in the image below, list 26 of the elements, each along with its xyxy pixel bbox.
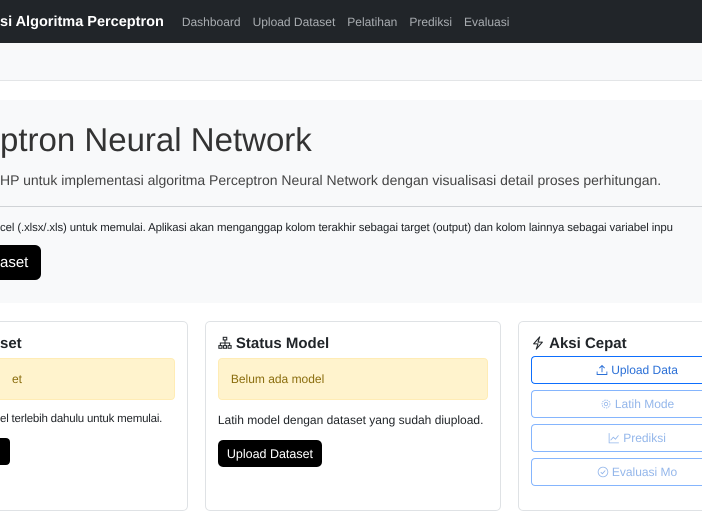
hero-title: ptron Neural Network: [0, 120, 313, 160]
nav-link[interactable]: Evaluasi: [464, 14, 510, 28]
card-title: Status Model: [236, 334, 330, 352]
nav-link[interactable]: Upload Dataset: [252, 14, 336, 28]
card-text: Latih model dengan dataset yang sudah diupload.: [218, 413, 484, 427]
warning-alert: et: [0, 358, 175, 400]
check-circle-icon: [596, 466, 609, 478]
card-title: Aksi Cepat: [549, 334, 627, 352]
hierarchy-icon: [218, 336, 232, 350]
upload-button[interactable]: aset: [0, 245, 42, 280]
line-chart-icon: [608, 432, 620, 444]
card-text: el terlebih dahulu untuk memulai.: [0, 413, 164, 425]
lightning-icon: [531, 336, 546, 350]
upload-icon: [596, 364, 608, 376]
action-button[interactable]: Upload Data: [531, 356, 702, 384]
upload-button[interactable]: [0, 438, 10, 465]
nav-link[interactable]: Dashboard: [182, 14, 241, 28]
card-title: set: [0, 334, 22, 352]
nav-link[interactable]: Prediksi: [409, 14, 452, 28]
hero-lead: HP untuk implementasi algoritma Perceptron Neural Network dengan visualisasi detail proses perhitungan.: [0, 172, 662, 188]
upload-button[interactable]: Upload Dataset: [218, 440, 322, 467]
brand-title[interactable]: si Algoritma Perceptron: [0, 14, 164, 30]
warning-alert: Belum ada model: [218, 358, 488, 400]
gear-icon: [600, 398, 612, 410]
hero-text: cel (.xlsx/.xls) untuk memulai. Aplikasi akan menganggap kolom terakhir sebagai target (output) dan kolom lainnya sebagai variabel inpu: [0, 222, 674, 234]
nav-link[interactable]: Pelatihan: [347, 14, 398, 28]
